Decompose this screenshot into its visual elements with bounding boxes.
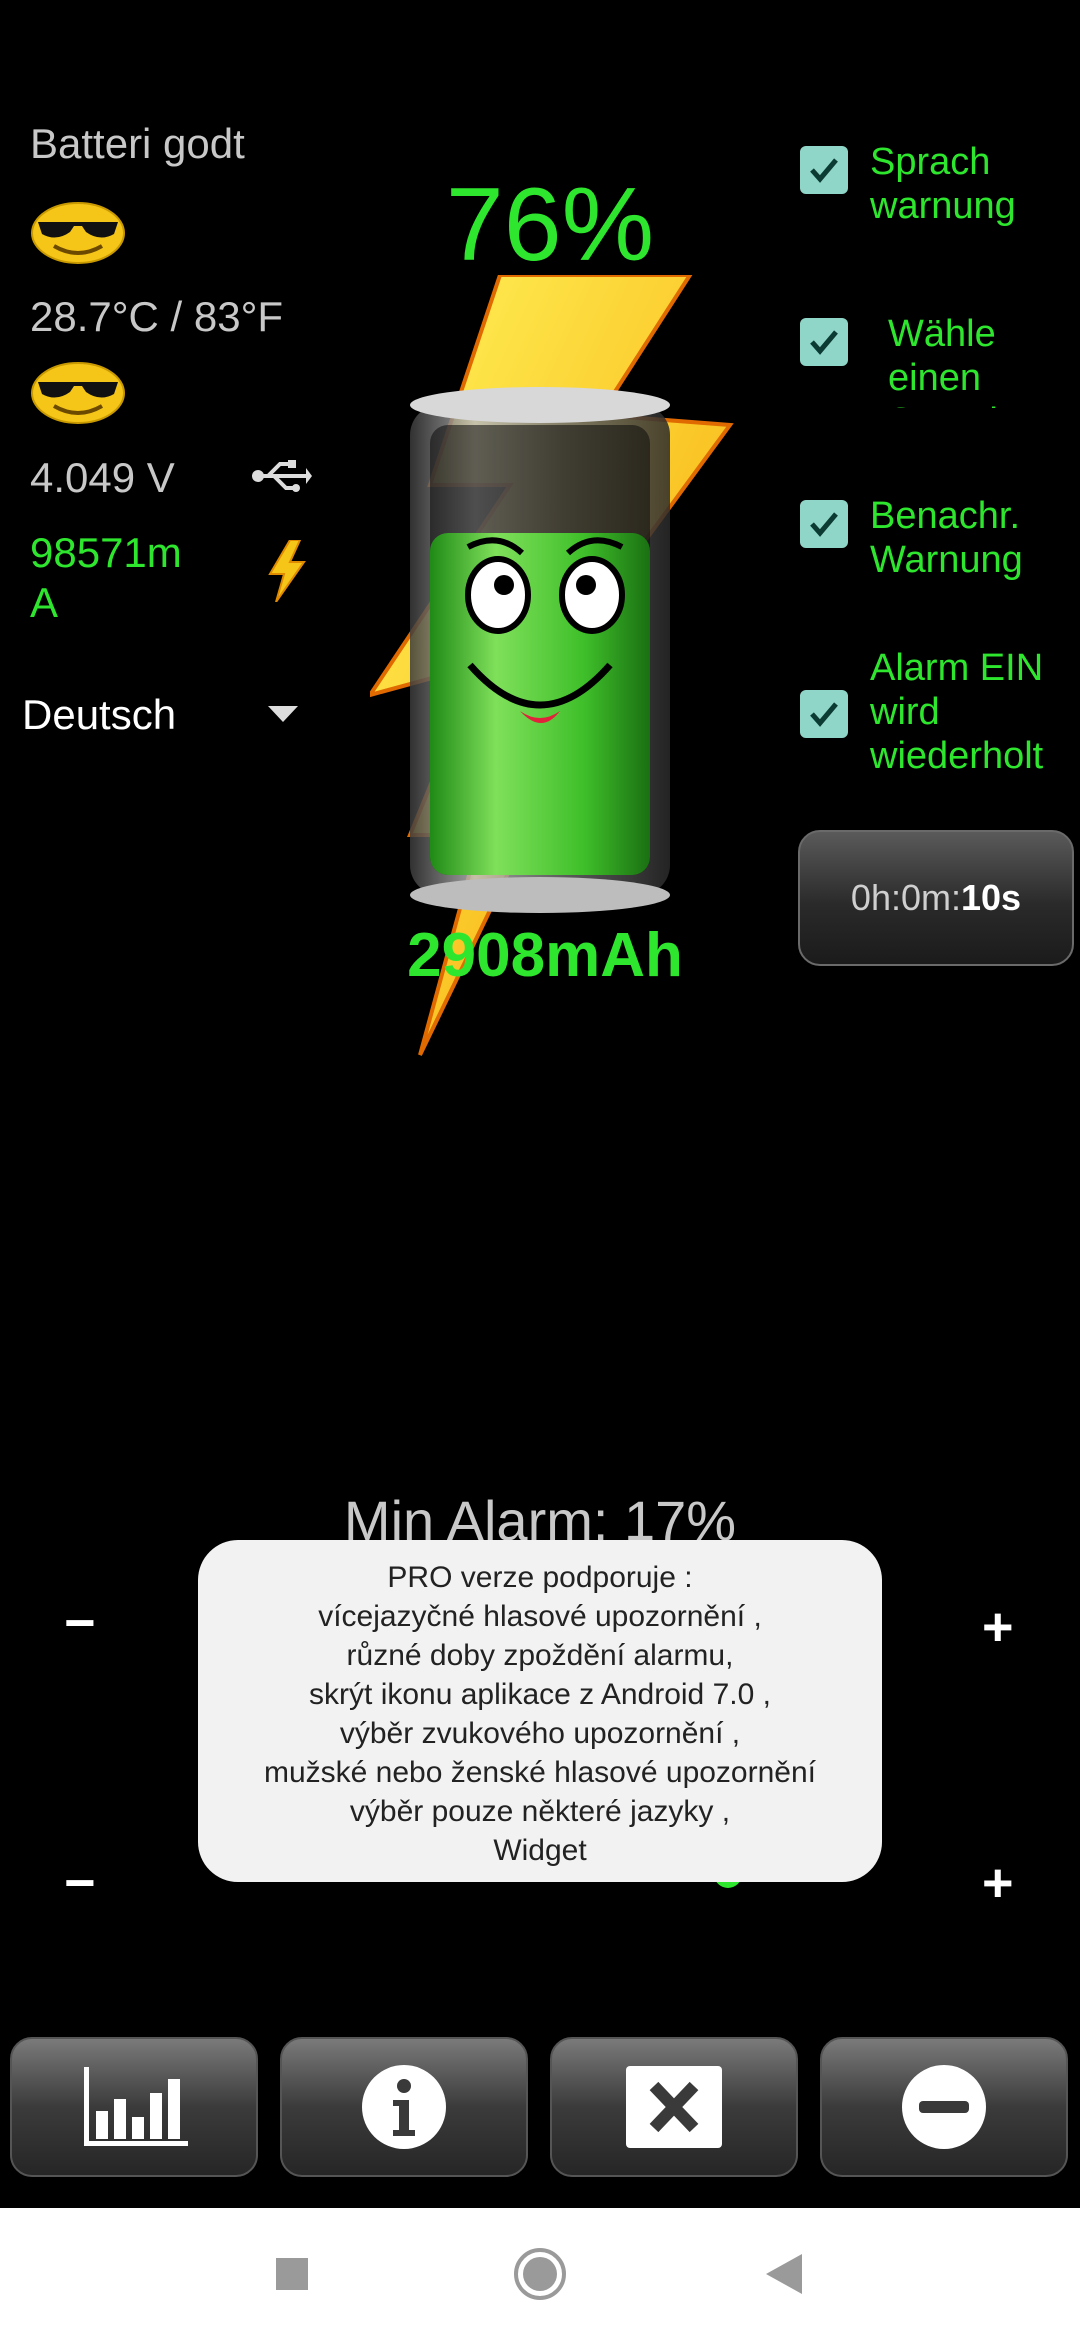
system-navigation-bar [0, 2208, 1080, 2340]
close-icon [626, 2066, 722, 2148]
checkbox-icon [800, 690, 848, 738]
toast-line: vícejazyčné hlasové upozornění , [318, 1600, 762, 1633]
toast-line: výběr pouze některé jazyky , [349, 1795, 731, 1828]
current-text: 98571m A [30, 529, 182, 626]
recents-button[interactable] [276, 2258, 308, 2290]
minimize-button[interactable] [820, 2037, 1068, 2177]
minus-circle-icon [902, 2065, 986, 2149]
min-alarm-minus-button[interactable]: − [64, 1592, 96, 1654]
timer-prefix: 0h:0m: [850, 877, 961, 918]
info-icon [362, 2065, 446, 2149]
option-label: Wähle einen Sound [888, 313, 998, 408]
option-label: Sprach warnung [870, 141, 1016, 227]
battery-percent: 76% [445, 167, 655, 283]
max-alarm-plus-button[interactable]: + [982, 1852, 1014, 1914]
statistics-button[interactable] [10, 2037, 258, 2177]
pro-version-toast: PRO verze podporuje : vícejazyčné hlasov… [198, 1540, 882, 1882]
toast-line: Widget [493, 1834, 587, 1867]
toast-line: PRO verze podporuje : [387, 1561, 693, 1594]
close-button[interactable] [550, 2037, 798, 2177]
min-alarm-plus-button[interactable]: + [982, 1596, 1014, 1658]
home-button[interactable] [512, 2246, 568, 2302]
toast-line: mužské nebo ženské hlasové upozornění [263, 1756, 816, 1789]
voltage-text: 4.049 V [30, 454, 175, 501]
checkbox-icon [800, 500, 848, 548]
checkbox-icon [800, 318, 848, 366]
checkbox-icon [800, 146, 848, 194]
info-button[interactable] [280, 2037, 528, 2177]
option-label: Benachr. Warnung [870, 495, 1023, 581]
option-notification-warning[interactable]: Benachr. Warnung [800, 494, 1070, 582]
option-alarm-repeat[interactable]: Alarm EIN wird wiederholt [800, 646, 1070, 778]
battery-capacity: 2908mAh [407, 921, 683, 990]
sunglasses-emoji-icon [31, 202, 125, 264]
lightning-icon [268, 540, 306, 602]
chart-icon [84, 2067, 188, 2146]
max-alarm-minus-button[interactable]: − [64, 1852, 96, 1914]
usb-icon [252, 460, 312, 492]
back-button[interactable] [766, 2254, 802, 2294]
toast-line: různé doby zpoždění alarmu, [346, 1639, 734, 1672]
dropdown-arrow-icon [268, 706, 298, 722]
timer-button[interactable]: 0h:0m: 10s [798, 830, 1074, 966]
option-voice-warning[interactable]: Sprach warnung [800, 140, 1070, 228]
language-selected: Deutsch [22, 691, 177, 738]
toast-line: skrýt ikonu aplikace z Android 7.0 , [309, 1678, 771, 1711]
temperature-text: 28.7°C / 83°F [30, 293, 284, 340]
toast-line: výběr zvukového upozornění , [339, 1717, 741, 1750]
option-select-sound[interactable]: Wähle einen Sound [800, 312, 1070, 408]
option-label: Alarm EIN wird wiederholt [870, 647, 1044, 777]
timer-seconds: 10s [960, 877, 1022, 918]
language-dropdown[interactable]: Deutsch [22, 680, 312, 750]
battery-state-text: Batteri godt [30, 120, 245, 167]
sunglasses-emoji-icon [31, 362, 125, 424]
